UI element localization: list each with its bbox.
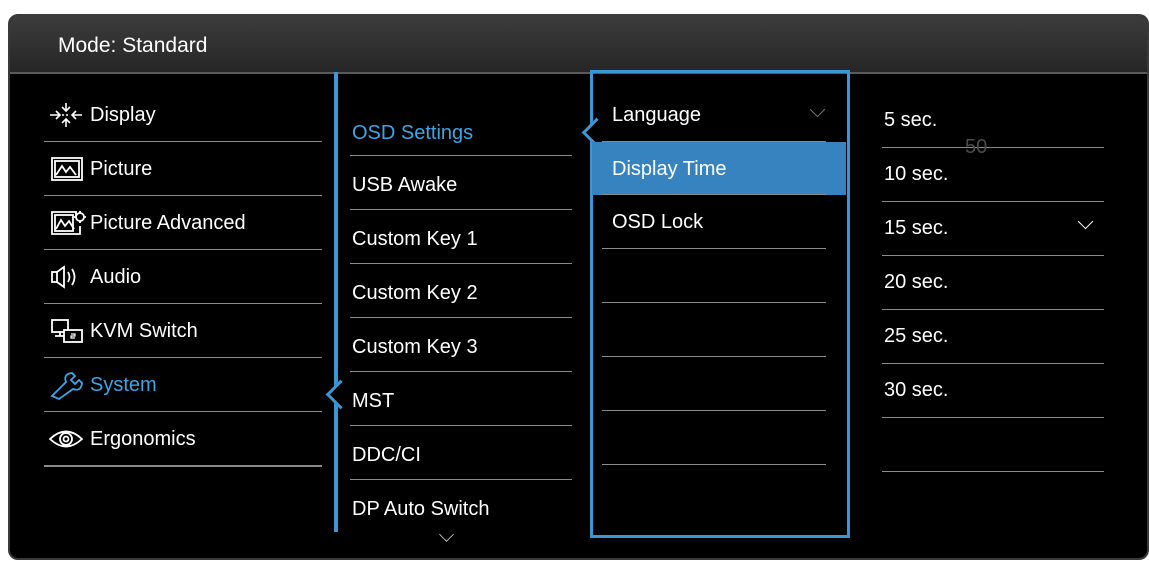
osd-empty-row bbox=[602, 411, 826, 465]
menu-item-label: KVM Switch bbox=[90, 320, 198, 342]
option-label: 25 sec. bbox=[884, 325, 949, 347]
menu-item-system[interactable]: System bbox=[44, 358, 322, 412]
option-empty-row bbox=[882, 418, 1104, 472]
submenu-item-label: Custom Key 2 bbox=[352, 282, 478, 304]
option-25-sec[interactable]: 25 sec. bbox=[882, 310, 1104, 364]
menu-item-label: Display bbox=[90, 104, 156, 126]
submenu-item-label: DP Auto Switch bbox=[352, 498, 490, 520]
option-label: 5 sec. bbox=[884, 109, 938, 131]
submenu-item-label: OSD Settings bbox=[352, 122, 474, 144]
osd-item-label: Display Time bbox=[612, 158, 727, 180]
wrench-icon bbox=[50, 372, 83, 400]
menu-divider bbox=[334, 72, 338, 532]
osd-item-label: Language bbox=[612, 104, 701, 126]
osd-settings-list: Language Display Time OSD Lock bbox=[592, 88, 846, 465]
menu-item-label: Picture bbox=[90, 158, 153, 180]
submenu-item-dp-auto-switch[interactable]: DP Auto Switch bbox=[350, 480, 572, 533]
picture-icon bbox=[51, 157, 83, 181]
display-icon bbox=[50, 103, 82, 127]
osd-empty-row bbox=[602, 249, 826, 303]
submenu-item-osd-settings[interactable]: OSD Settings bbox=[350, 86, 572, 156]
option-label: 20 sec. bbox=[884, 271, 949, 293]
osd-item-display-time[interactable]: Display Time bbox=[592, 142, 846, 195]
menu-item-ergonomics[interactable]: Ergonomics bbox=[44, 412, 322, 467]
speaker-icon bbox=[51, 265, 76, 289]
osd-empty-row bbox=[602, 357, 826, 411]
menu-item-label: Ergonomics bbox=[90, 428, 196, 450]
option-15-sec[interactable]: 15 sec. bbox=[882, 202, 1104, 256]
ghost-value: 50 bbox=[965, 136, 988, 158]
osd-item-language[interactable]: Language bbox=[602, 88, 826, 142]
checkmark-icon bbox=[1077, 213, 1094, 230]
menu-item-label: Audio bbox=[90, 266, 142, 288]
system-submenu: OSD Settings USB Awake Custom Key 1 Cust… bbox=[350, 86, 572, 533]
osd-header: Mode: Standard bbox=[10, 16, 1147, 74]
menu-item-label: Picture Advanced bbox=[90, 212, 246, 234]
submenu-item-label: USB Awake bbox=[352, 174, 458, 196]
osd-item-osd-lock[interactable]: OSD Lock bbox=[602, 194, 826, 249]
submenu-item-label: Custom Key 3 bbox=[352, 336, 478, 358]
option-10-sec[interactable]: 10 sec. bbox=[882, 148, 1104, 202]
submenu-item-label: MST bbox=[352, 390, 395, 412]
submenu-item-custom-key-1[interactable]: Custom Key 1 bbox=[350, 210, 572, 264]
chevron-down-icon bbox=[809, 101, 826, 118]
kvm-switch-icon bbox=[51, 319, 83, 343]
option-5-sec[interactable]: 5 sec. bbox=[882, 94, 1104, 148]
option-label: 30 sec. bbox=[884, 379, 949, 401]
picture-advanced-icon bbox=[51, 211, 86, 235]
option-label: 10 sec. bbox=[884, 163, 949, 185]
display-time-options: 5 sec. 10 sec. 15 sec. 20 sec. 25 sec. 3… bbox=[882, 94, 1104, 472]
mode-label: Mode: Standard bbox=[58, 34, 208, 57]
eye-icon bbox=[48, 430, 84, 448]
submenu-item-usb-awake[interactable]: USB Awake bbox=[350, 156, 572, 210]
menu-item-audio[interactable]: Audio bbox=[44, 250, 322, 304]
option-20-sec[interactable]: 20 sec. bbox=[882, 256, 1104, 310]
menu-item-display[interactable]: Display bbox=[44, 88, 322, 142]
menu-item-kvm-switch[interactable]: KVM Switch bbox=[44, 304, 322, 358]
menu-item-picture-advanced[interactable]: Picture Advanced bbox=[44, 196, 322, 250]
osd-empty-row bbox=[602, 303, 826, 357]
submenu-item-custom-key-2[interactable]: Custom Key 2 bbox=[350, 264, 572, 318]
main-menu: Display Picture Picture Advanced Audio K… bbox=[44, 88, 322, 467]
submenu-item-label: Custom Key 1 bbox=[352, 228, 478, 250]
menu-item-picture[interactable]: Picture bbox=[44, 142, 322, 196]
submenu-item-label: DDC/CI bbox=[352, 444, 421, 466]
submenu-item-custom-key-3[interactable]: Custom Key 3 bbox=[350, 318, 572, 372]
submenu-item-ddc-ci[interactable]: DDC/CI bbox=[350, 426, 572, 480]
option-30-sec[interactable]: 30 sec. bbox=[882, 364, 1104, 418]
menu-item-label: System bbox=[90, 374, 157, 396]
option-label: 15 sec. bbox=[884, 217, 949, 239]
submenu-item-mst[interactable]: MST bbox=[350, 372, 572, 426]
osd-item-label: OSD Lock bbox=[612, 211, 704, 233]
